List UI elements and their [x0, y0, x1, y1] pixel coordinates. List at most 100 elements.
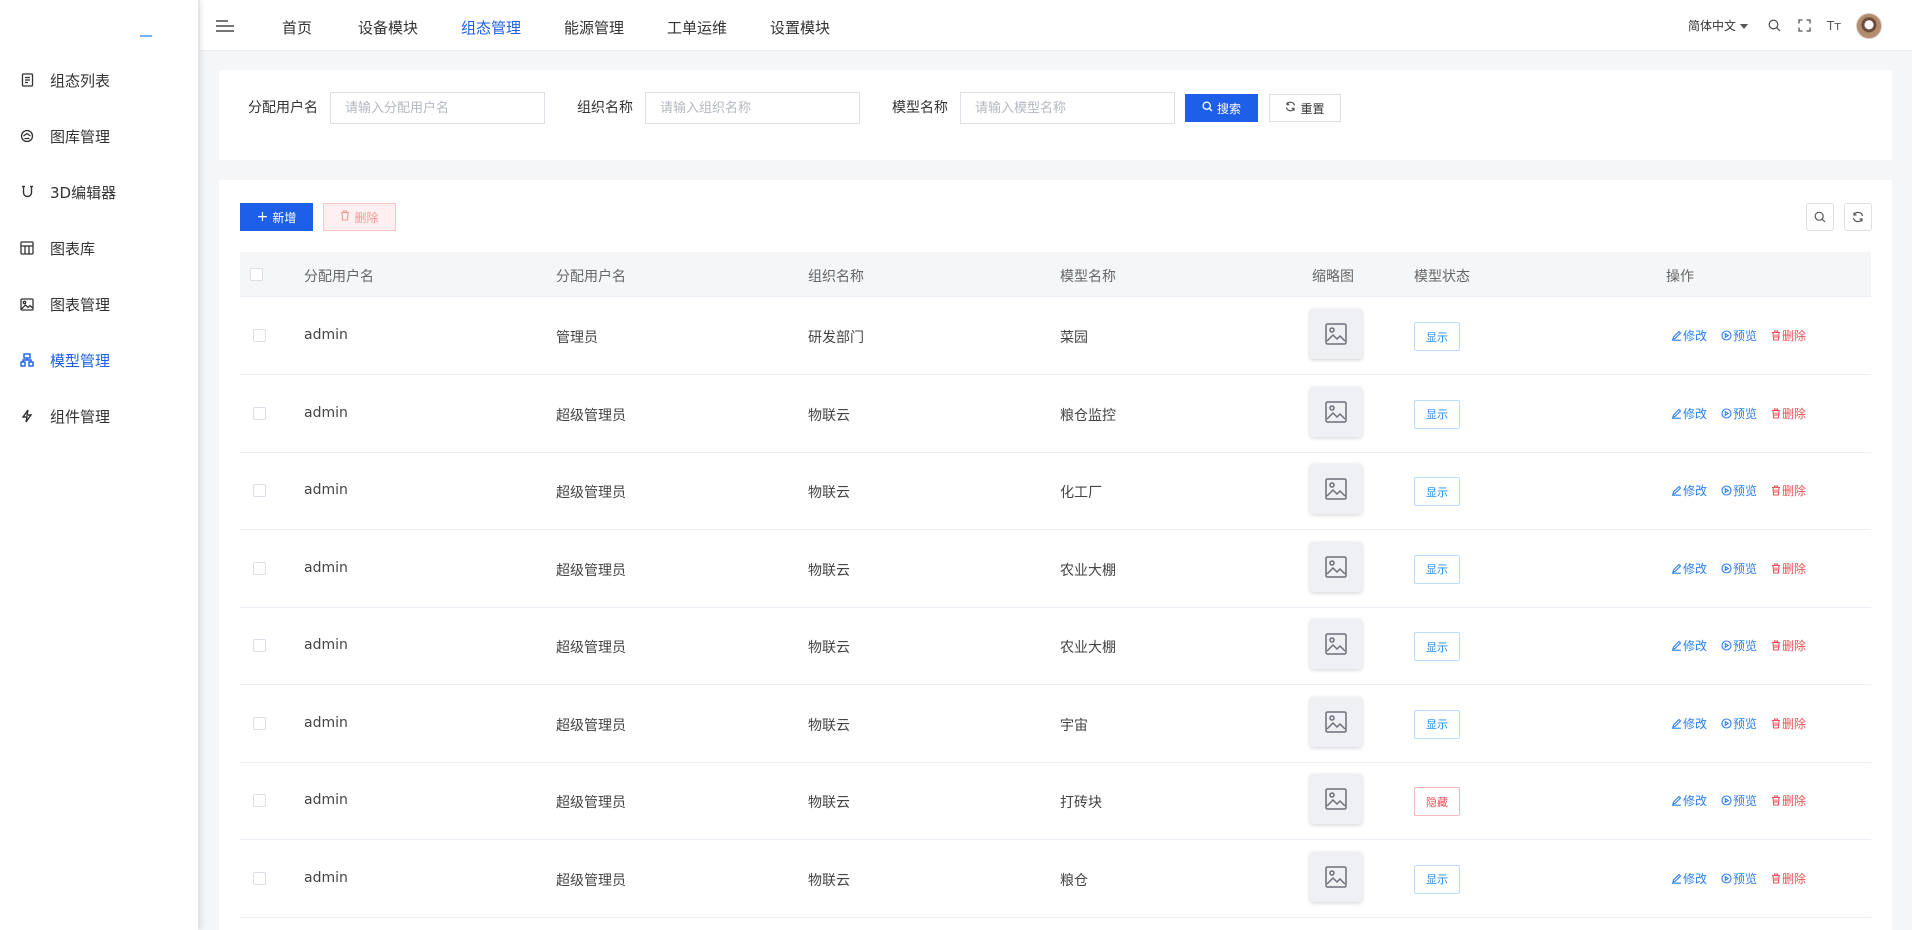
- edit-icon: [1671, 408, 1683, 419]
- nav-item-home[interactable]: 首页: [282, 17, 312, 38]
- delete-link[interactable]: 删除: [1771, 560, 1806, 577]
- trash-icon: [1771, 640, 1782, 651]
- trash-icon: [1771, 330, 1782, 341]
- preview-link[interactable]: 预览: [1721, 792, 1757, 809]
- row-checkbox[interactable]: [253, 871, 266, 885]
- row-checkbox[interactable]: [253, 794, 266, 807]
- sidebar-item-gallery[interactable]: 图库管理: [0, 108, 199, 164]
- edit-link[interactable]: 修改: [1671, 327, 1707, 344]
- row-checkbox[interactable]: [253, 329, 266, 342]
- delete-link[interactable]: 删除: [1771, 637, 1806, 654]
- add-button[interactable]: + 新增: [240, 203, 313, 231]
- preview-link[interactable]: 预览: [1721, 637, 1757, 654]
- preview-icon: [1721, 330, 1733, 341]
- preview-link[interactable]: 预览: [1721, 327, 1757, 344]
- preview-icon: [1721, 640, 1733, 651]
- top-navbar: 首页 设备模块 组态管理 能源管理 工单运维 设置模块 简体中文 Tт: [200, 0, 1912, 51]
- edit-link[interactable]: 修改: [1671, 560, 1707, 577]
- cell-role: 管理员: [556, 330, 598, 346]
- nav-item-energy[interactable]: 能源管理: [564, 17, 624, 38]
- sidebar-item-model-manage[interactable]: 模型管理: [0, 332, 199, 388]
- table-header: 分配用户名 分配用户名 组织名称 模型名称 缩略图 模型状态 操作: [240, 252, 1871, 297]
- avatar[interactable]: [1856, 12, 1882, 39]
- thumbnail-image-icon[interactable]: [1310, 851, 1362, 902]
- nav-item-config[interactable]: 组态管理: [461, 17, 521, 38]
- edit-label: 修改: [1683, 716, 1708, 731]
- row-checkbox[interactable]: [253, 639, 266, 652]
- thumbnail-image-icon[interactable]: [1310, 386, 1362, 437]
- thumbnail-image-icon[interactable]: [1310, 696, 1362, 747]
- reset-button[interactable]: 重置: [1269, 94, 1341, 122]
- model-filter-input[interactable]: [960, 92, 1175, 124]
- preview-link[interactable]: 预览: [1721, 715, 1757, 732]
- nav-item-workorder[interactable]: 工单运维: [667, 17, 727, 38]
- delete-link[interactable]: 删除: [1771, 327, 1806, 344]
- table-row: admin 超级管理员 物联云 宇宙 显示 修改 预览 删除: [240, 686, 1871, 763]
- preview-icon: [1721, 795, 1733, 806]
- delete-link[interactable]: 删除: [1771, 715, 1806, 732]
- menu-toggle-icon[interactable]: [216, 20, 234, 34]
- search-icon[interactable]: [1766, 18, 1782, 34]
- row-checkbox[interactable]: [253, 716, 266, 730]
- edit-link[interactable]: 修改: [1671, 637, 1707, 654]
- edit-link[interactable]: 修改: [1671, 792, 1707, 809]
- model-filter-label: 模型名称: [892, 100, 948, 116]
- sidebar-item-config-list[interactable]: 组态列表: [0, 52, 199, 108]
- sidebar-item-chart-manage[interactable]: 图表管理: [0, 276, 199, 332]
- thumbnail-image-icon[interactable]: [1310, 619, 1362, 669]
- edit-link[interactable]: 修改: [1671, 870, 1707, 887]
- row-checkbox[interactable]: [253, 561, 266, 575]
- trash-icon: [1771, 717, 1782, 729]
- delete-link[interactable]: 删除: [1771, 482, 1806, 499]
- language-label: 简体中文: [1687, 19, 1736, 33]
- cell-role: 超级管理员: [556, 717, 626, 734]
- delete-link[interactable]: 删除: [1771, 870, 1806, 887]
- cell-user: admin: [304, 327, 348, 343]
- fullscreen-icon[interactable]: [1796, 18, 1812, 34]
- cell-org: 物联云: [808, 407, 850, 424]
- user-filter-input[interactable]: [330, 92, 545, 124]
- image-icon: [20, 297, 34, 311]
- delete-link[interactable]: 删除: [1771, 405, 1806, 422]
- trash-icon: [1771, 407, 1782, 419]
- table-row: admin 管理员 研发部门 菜园 显示 修改 预览 删除: [240, 298, 1871, 375]
- plus-icon: +: [256, 209, 269, 225]
- col-header-org: 组织名称: [808, 269, 864, 285]
- preview-link[interactable]: 预览: [1721, 870, 1757, 887]
- sidebar-item-component-manage[interactable]: 组件管理: [0, 388, 199, 444]
- edit-link[interactable]: 修改: [1671, 405, 1707, 422]
- sidebar-item-label: 组态列表: [50, 71, 111, 90]
- row-checkbox[interactable]: [253, 406, 266, 420]
- thumbnail-image-icon[interactable]: [1310, 541, 1362, 592]
- sidebar-item-3d-editor[interactable]: 3D编辑器: [0, 164, 199, 220]
- sidebar-item-label: 图表管理: [50, 295, 111, 314]
- thumbnail-image-icon[interactable]: [1310, 464, 1362, 514]
- preview-link[interactable]: 预览: [1721, 560, 1757, 577]
- font-size-icon[interactable]: Tт: [1826, 18, 1842, 34]
- sidebar-item-chart-library[interactable]: 图表库: [0, 220, 199, 276]
- delete-link[interactable]: 删除: [1771, 792, 1806, 809]
- nav-item-settings[interactable]: 设置模块: [770, 17, 830, 38]
- edit-link[interactable]: 修改: [1671, 482, 1707, 499]
- search-button[interactable]: 搜索: [1185, 94, 1258, 122]
- thumbnail-image-icon[interactable]: [1310, 774, 1362, 824]
- refresh-icon: [1285, 101, 1296, 115]
- cell-role: 超级管理员: [556, 407, 626, 424]
- batch-delete-button[interactable]: 删除: [323, 203, 396, 231]
- language-select[interactable]: 简体中文: [1688, 17, 1748, 34]
- row-checkbox[interactable]: [253, 484, 266, 497]
- toggle-search-icon[interactable]: [1806, 203, 1834, 231]
- select-all-checkbox[interactable]: [250, 268, 263, 281]
- preview-link[interactable]: 预览: [1721, 482, 1757, 499]
- add-button-label: 新增: [272, 210, 297, 225]
- sidebar-item-label: 模型管理: [50, 351, 111, 370]
- edit-link[interactable]: 修改: [1671, 715, 1707, 732]
- nav-item-device[interactable]: 设备模块: [358, 17, 418, 38]
- logo-mark: [140, 35, 152, 37]
- thumbnail-image-icon[interactable]: [1310, 309, 1362, 359]
- preview-link[interactable]: 预览: [1721, 405, 1757, 422]
- cell-model: 菜园: [1060, 330, 1088, 346]
- org-filter-input[interactable]: [645, 92, 860, 124]
- preview-icon: [1721, 485, 1733, 496]
- refresh-icon[interactable]: [1844, 203, 1872, 231]
